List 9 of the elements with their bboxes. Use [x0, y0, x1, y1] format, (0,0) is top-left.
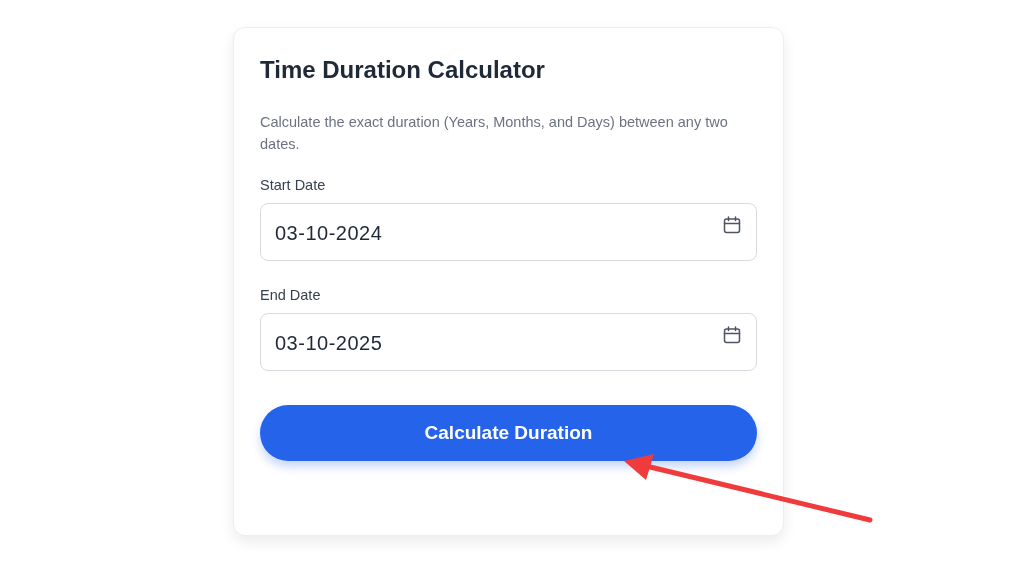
- date-field[interactable]: 03-10-2025: [260, 313, 757, 371]
- date-field[interactable]: 03-10-2024: [260, 203, 757, 261]
- card-title: Time Duration Calculator: [260, 56, 546, 84]
- calculate-button[interactable]: Calculate Duration: [260, 405, 757, 461]
- calendar-icon[interactable]: [722, 325, 742, 345]
- description-text: Calculate the exact duration (Years, Months, and Days) between any two dates.: [260, 113, 729, 154]
- field-label: Start Date: [260, 177, 327, 193]
- calendar-icon[interactable]: [722, 215, 742, 235]
- field-label: End Date: [260, 287, 322, 303]
